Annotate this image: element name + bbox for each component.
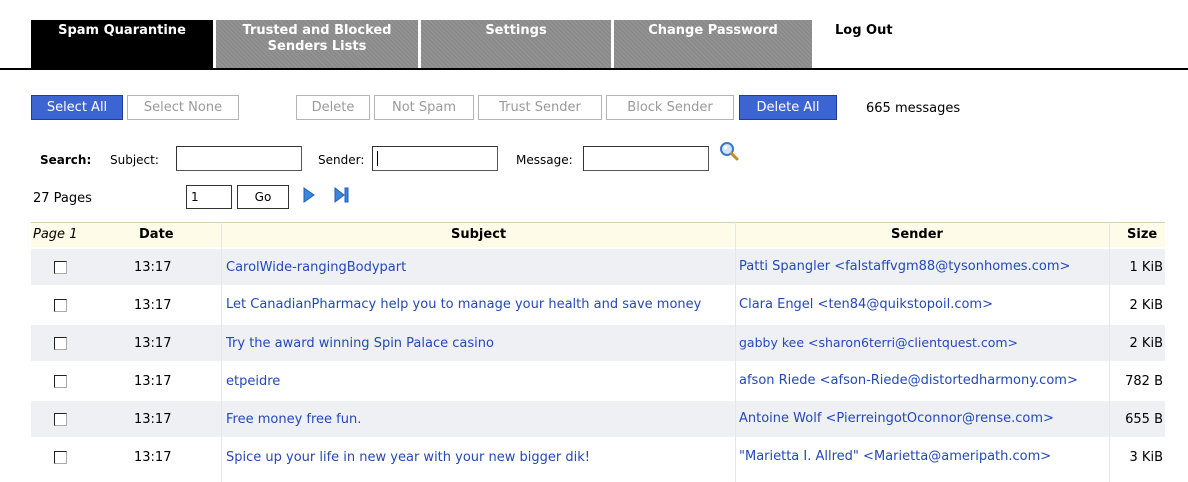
row-subject[interactable]: etpeidre	[226, 363, 736, 399]
column-divider	[221, 222, 222, 482]
select-all-button[interactable]: Select All	[31, 95, 123, 120]
tab-label: Log Out	[835, 23, 893, 38]
select-none-button[interactable]: Select None	[127, 95, 239, 120]
row-size: 1 KiB	[1129, 259, 1163, 275]
magnifier-icon[interactable]	[718, 140, 740, 162]
row-sender[interactable]: afson Riede <afson-Riede@distortedharmon…	[739, 363, 1109, 399]
row-subject[interactable]: Let CanadianPharmacy help you to manage …	[226, 287, 736, 323]
tab-settings[interactable]: Settings	[421, 20, 611, 68]
tab-trusted-blocked-senders[interactable]: Trusted and Blocked Senders Lists	[216, 20, 418, 68]
table-row[interactable]: 13:17 Free money free fun. Antoine Wolf …	[31, 401, 1165, 437]
row-sender[interactable]: Clara Engel <ten84@quikstopoil.com>	[739, 287, 1109, 323]
tab-log-out[interactable]: Log Out	[815, 20, 905, 68]
row-size: 655 B	[1125, 411, 1163, 427]
row-size: 2 KiB	[1129, 335, 1163, 351]
row-subject[interactable]: Spice up your life in new year with your…	[226, 439, 736, 475]
row-checkbox[interactable]	[54, 375, 67, 388]
row-checkbox[interactable]	[54, 451, 67, 464]
page-count: 27 Pages	[33, 191, 92, 206]
table-row[interactable]: 13:17 Spice up your life in new year wit…	[31, 439, 1165, 475]
row-subject[interactable]: Free money free fun.	[226, 401, 736, 437]
row-sender[interactable]: "Marietta I. Allred" <Marietta@ameripath…	[739, 439, 1109, 475]
delete-button[interactable]: Delete	[296, 95, 370, 120]
row-date: 13:17	[134, 297, 172, 313]
row-checkbox[interactable]	[54, 299, 67, 312]
table-row[interactable]: 13:17 Try the award winning Spin Palace …	[31, 325, 1165, 361]
page-number-input[interactable]: 1	[186, 185, 232, 209]
message-count: 665 messages	[866, 101, 961, 116]
not-spam-button[interactable]: Not Spam	[374, 95, 474, 120]
date-column-header[interactable]: Date	[139, 223, 174, 248]
tab-change-password[interactable]: Change Password	[614, 20, 812, 68]
row-checkbox[interactable]	[54, 413, 67, 426]
trust-sender-button[interactable]: Trust Sender	[478, 95, 602, 120]
sender-search-input[interactable]	[372, 146, 498, 171]
tab-bar: Spam Quarantine Trusted and Blocked Send…	[0, 0, 1188, 70]
row-size: 2 KiB	[1129, 297, 1163, 313]
row-subject[interactable]: Try the award winning Spin Palace casino	[226, 325, 736, 361]
messages-table: Page 1 Date Subject Sender Size 13:17 Ca…	[31, 222, 1165, 482]
subject-search-input[interactable]	[176, 146, 302, 171]
row-size: 782 B	[1125, 373, 1163, 389]
column-divider	[1109, 222, 1110, 482]
row-sender[interactable]: Patti Spangler <falstaffvgm88@tysonhomes…	[739, 249, 1109, 285]
block-sender-button[interactable]: Block Sender	[606, 95, 734, 120]
table-header: Page 1 Date Subject Sender Size	[31, 222, 1165, 247]
message-search-label: Message:	[516, 153, 573, 167]
row-date: 13:17	[134, 449, 172, 465]
delete-all-button[interactable]: Delete All	[739, 95, 837, 120]
tab-label: Settings	[485, 23, 547, 38]
go-button[interactable]: Go	[237, 185, 289, 209]
row-date: 13:17	[134, 335, 172, 351]
row-date: 13:17	[134, 411, 172, 427]
next-page-icon[interactable]	[302, 186, 316, 204]
table-row[interactable]: 13:17 CarolWide-rangingBodypart Patti Sp…	[31, 249, 1165, 285]
row-size: 3 KiB	[1129, 449, 1163, 465]
row-checkbox[interactable]	[54, 261, 67, 274]
table-row[interactable]: 13:17 etpeidre afson Riede <afson-Riede@…	[31, 363, 1165, 399]
page-column-header: Page 1	[33, 227, 78, 242]
sender-search-label: Sender:	[318, 153, 365, 167]
tab-label: Spam Quarantine	[58, 23, 186, 38]
row-subject[interactable]: CarolWide-rangingBodypart	[226, 249, 736, 285]
search-label: Search:	[40, 153, 92, 167]
tab-label: Trusted and Blocked Senders Lists	[242, 23, 392, 54]
row-date: 13:17	[134, 373, 172, 389]
row-checkbox[interactable]	[54, 337, 67, 350]
row-sender[interactable]: Antoine Wolf <PierreingotOconnor@rense.c…	[739, 401, 1109, 437]
tab-spam-quarantine[interactable]: Spam Quarantine	[31, 20, 213, 68]
row-sender[interactable]: gabby kee <sharon6terri@clientquest.com>	[739, 325, 1109, 361]
message-search-input[interactable]	[583, 146, 709, 171]
last-page-icon[interactable]	[333, 186, 351, 204]
row-date: 13:17	[134, 259, 172, 275]
table-row[interactable]: 13:17 Let CanadianPharmacy help you to m…	[31, 287, 1165, 323]
column-divider	[735, 222, 736, 482]
sender-column-header[interactable]: Sender	[891, 223, 943, 248]
tab-label: Change Password	[648, 23, 778, 38]
text-cursor	[377, 151, 378, 166]
spam-quarantine-page: Spam Quarantine Trusted and Blocked Send…	[0, 0, 1188, 482]
subject-search-label: Subject:	[110, 153, 159, 167]
size-column-header[interactable]: Size	[1127, 223, 1157, 248]
subject-column-header[interactable]: Subject	[451, 223, 506, 248]
